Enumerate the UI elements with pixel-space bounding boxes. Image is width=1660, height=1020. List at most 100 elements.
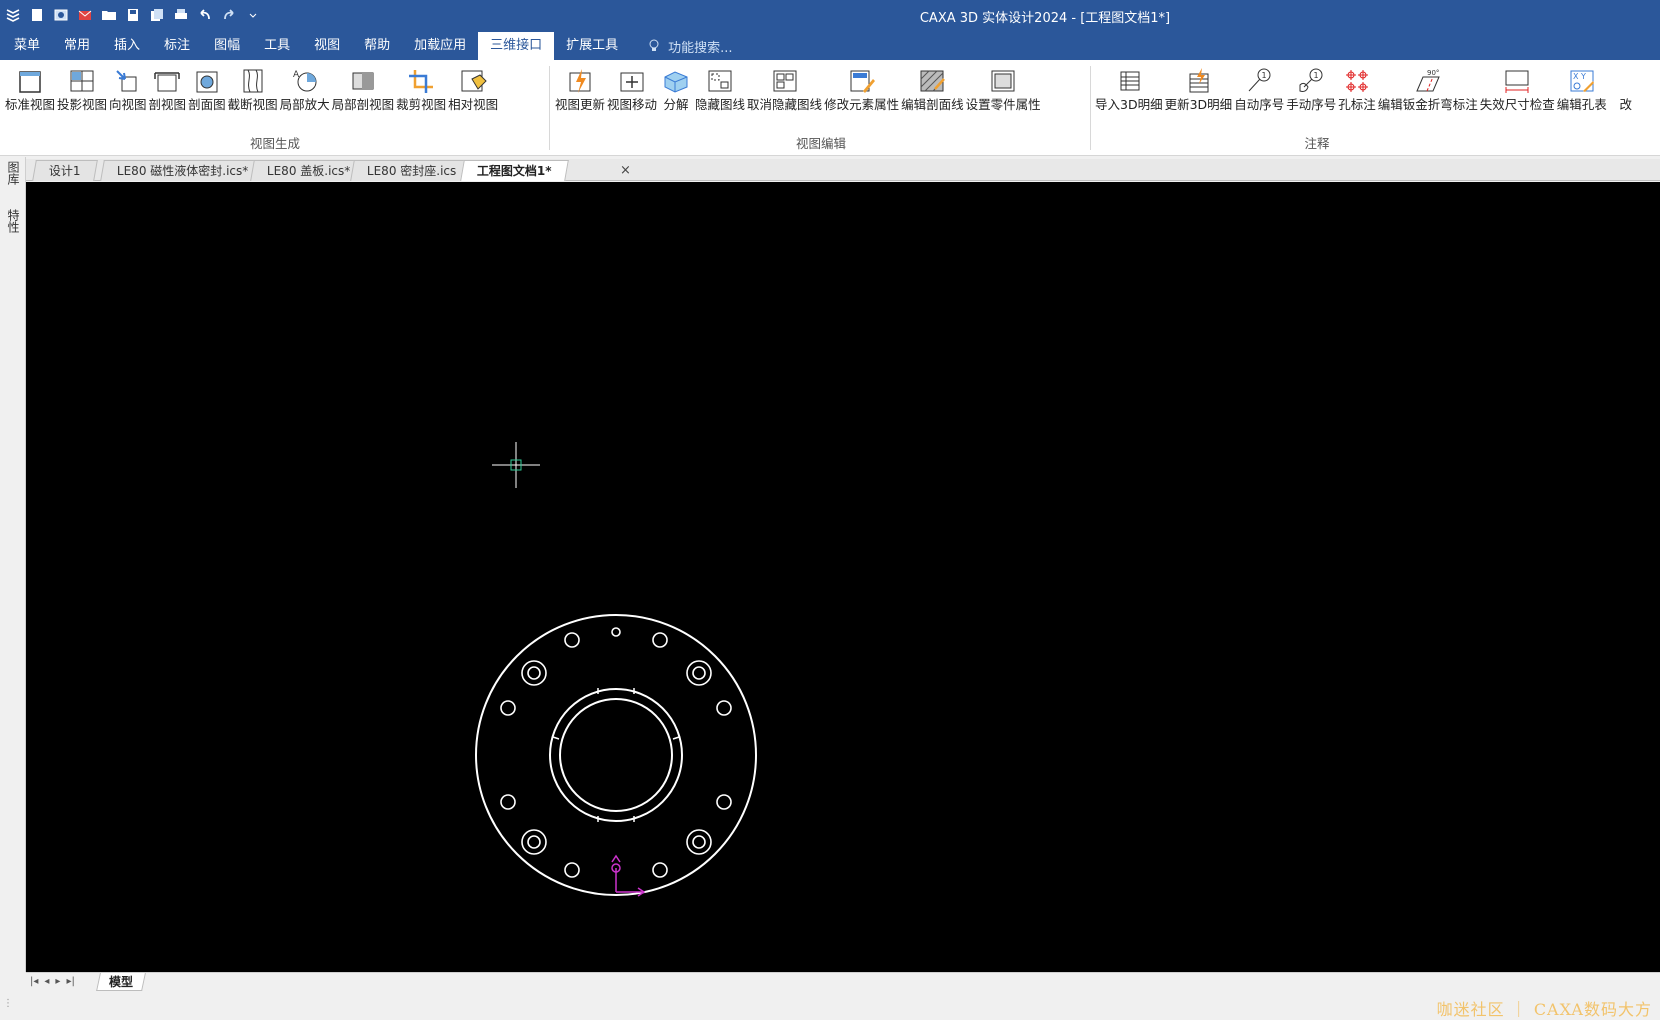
relative-view-button[interactable]: 相对视图 <box>447 66 499 120</box>
last-sheet-icon[interactable]: ▸| <box>66 976 74 987</box>
drawing-canvas[interactable] <box>26 182 1660 972</box>
flange-bore-circle <box>559 698 673 812</box>
status-bar: ⋮ 咖迷社区 ｜ CAXA数码大方 <box>0 992 1660 1020</box>
lightbulb-icon <box>649 39 659 51</box>
update-bom-icon <box>1181 66 1215 96</box>
cursor-crosshair <box>492 442 540 488</box>
document-tab-bar: 设计1 LE80 磁性液体密封.ics* LE80 盖板.ics* LE80 密… <box>26 159 1660 181</box>
svg-text:1: 1 <box>1314 71 1319 80</box>
group-annotation: 导入3D明细 更新3D明细 1 自动序号 1 手动序号 孔标注 90° 编辑钣金折弯标… <box>1094 60 1660 156</box>
edit-hole-table-button[interactable]: X Y 编辑孔表 <box>1556 66 1608 120</box>
manual-balloon-icon: 1 <box>1294 66 1328 96</box>
detail-view-button[interactable]: A 局部放大 <box>279 66 331 120</box>
library-tab[interactable]: 图库 <box>4 161 22 185</box>
tab-insert[interactable]: 插入 <box>102 32 152 60</box>
auto-balloon-button[interactable]: 1 自动序号 <box>1233 66 1285 120</box>
sheet-tab-model[interactable]: 模型 <box>96 973 146 991</box>
move-view-icon <box>615 66 649 96</box>
hole-callout-icon <box>1340 66 1374 96</box>
edit-hatch-icon <box>915 66 949 96</box>
tab-sheet[interactable]: 图幅 <box>202 32 252 60</box>
hide-lines-button[interactable]: 隐藏图线 <box>694 66 746 120</box>
hole-callout-button[interactable]: 孔标注 <box>1337 66 1377 120</box>
crop-view-icon <box>404 66 438 96</box>
cross-section-icon <box>190 66 224 96</box>
ribbon-tab-bar: 菜单 常用 插入 标注 图幅 工具 视图 帮助 加载应用 三维接口 扩展工具 功… <box>0 30 1660 60</box>
projection-view-icon <box>65 66 99 96</box>
crop-view-button[interactable]: 裁剪视图 <box>395 66 447 120</box>
app-window: CAXA 3D 实体设计2024 - [工程图文档1*] 菜单 常用 插入 标注… <box>0 0 1660 1020</box>
prev-sheet-icon[interactable]: ◂ <box>44 976 49 987</box>
tab-common[interactable]: 常用 <box>52 32 102 60</box>
update-view-icon <box>563 66 597 96</box>
tab-extension-tools[interactable]: 扩展工具 <box>554 32 630 60</box>
drawing-svg <box>475 442 757 897</box>
broken-view-button[interactable]: 截断视图 <box>227 66 279 120</box>
tab-3d-interface[interactable]: 三维接口 <box>478 32 555 60</box>
doc-tab-drawing[interactable]: 工程图文档1* <box>460 160 569 181</box>
direction-view-button[interactable]: 向视图 <box>108 66 148 120</box>
tab-tools[interactable]: 工具 <box>252 32 302 60</box>
window-title: CAXA 3D 实体设计2024 - [工程图文档1*] <box>919 11 1171 26</box>
tab-view[interactable]: 视图 <box>302 32 352 60</box>
tab-menu[interactable]: 菜单 <box>2 32 52 60</box>
group-label-view-generation: 视图生成 <box>249 136 300 151</box>
more-tools-button[interactable]: 改 <box>1608 66 1644 120</box>
group-label-annotation: 注释 <box>1304 136 1330 151</box>
title-bar: CAXA 3D 实体设计2024 - [工程图文档1*] <box>0 0 1660 30</box>
svg-text:X Y: X Y <box>1573 72 1586 81</box>
tab-help[interactable]: 帮助 <box>352 32 402 60</box>
sheet-metal-bend-icon: 90° <box>1411 66 1445 96</box>
flange-part-view[interactable] <box>475 614 757 896</box>
function-search[interactable]: 功能搜索... <box>648 32 733 60</box>
sheet-nav: |◂ ◂ ▸ ▸| <box>30 976 75 987</box>
close-tab-icon[interactable]: × <box>620 163 631 178</box>
group-view-generation: 标准视图 投影视图 向视图 剖视图 剖面图 截断视图 A 局部放大 局部剖视图 裁… <box>4 60 546 156</box>
ribbon-panel: 标准视图 投影视图 向视图 剖视图 剖面图 截断视图 A 局部放大 局部剖视图 裁… <box>0 60 1660 156</box>
flange-inner-ring <box>549 688 683 822</box>
standard-view-button[interactable]: 标准视图 <box>4 66 56 120</box>
dimension-check-icon <box>1500 66 1534 96</box>
properties-tab[interactable]: 特性 <box>4 209 22 233</box>
first-sheet-icon[interactable]: |◂ <box>30 976 38 987</box>
next-sheet-icon[interactable]: ▸ <box>55 976 60 987</box>
update-view-button[interactable]: 视图更新 <box>554 66 606 120</box>
unhide-lines-button[interactable]: 取消隐藏图线 <box>746 66 823 120</box>
edit-hatch-button[interactable]: 编辑剖面线 <box>900 66 965 120</box>
search-placeholder: 功能搜索... <box>668 40 733 56</box>
explode-button[interactable]: 分解 <box>658 66 694 120</box>
sheet-metal-bend-button[interactable]: 90° 编辑钣金折弯标注 <box>1377 66 1479 120</box>
section-view-button[interactable]: 剖视图 <box>148 66 188 120</box>
flange-outer-circle <box>475 614 757 896</box>
invalid-dimension-check-button[interactable]: 失效尺寸检查 <box>1479 66 1556 120</box>
tab-addons[interactable]: 加载应用 <box>402 32 478 60</box>
move-view-button[interactable]: 视图移动 <box>606 66 658 120</box>
left-side-panel: 图库 特性 <box>0 157 26 972</box>
section-view-icon <box>150 66 184 96</box>
import-3d-bom-button[interactable]: 导入3D明细 <box>1094 66 1164 120</box>
broken-view-icon <box>236 66 270 96</box>
cross-section-button[interactable]: 剖面图 <box>187 66 227 120</box>
partial-section-icon <box>346 66 380 96</box>
svg-text:90°: 90° <box>1427 69 1439 77</box>
part-properties-icon <box>986 66 1020 96</box>
partial-section-button[interactable]: 局部剖视图 <box>331 66 396 120</box>
projection-view-button[interactable]: 投影视图 <box>56 66 108 120</box>
svg-text:A: A <box>293 70 300 80</box>
modify-element-button[interactable]: 修改元素属性 <box>823 66 900 120</box>
doc-tab-design1[interactable]: 设计1 <box>32 160 98 181</box>
modify-element-icon <box>845 66 879 96</box>
auto-balloon-icon: 1 <box>1242 66 1276 96</box>
svg-text:1: 1 <box>1262 71 1267 80</box>
hide-lines-icon <box>703 66 737 96</box>
doc-tab-seal-seat[interactable]: LE80 密封座.ics <box>350 160 474 181</box>
manual-balloon-button[interactable]: 1 手动序号 <box>1285 66 1337 120</box>
relative-view-icon <box>456 66 490 96</box>
group-view-edit: 视图更新 视图移动 分解 隐藏图线 取消隐藏图线 修改元素属性 编辑剖面线 设置… <box>554 60 1088 156</box>
part-properties-button[interactable]: 设置零件属性 <box>965 66 1042 120</box>
more-tools-icon <box>1609 66 1643 96</box>
tab-annotate[interactable]: 标注 <box>152 32 202 60</box>
explode-icon <box>659 66 693 96</box>
doc-tab-magnetic-seal[interactable]: LE80 磁性液体密封.ics* <box>100 160 266 181</box>
update-3d-bom-button[interactable]: 更新3D明细 <box>1164 66 1234 120</box>
